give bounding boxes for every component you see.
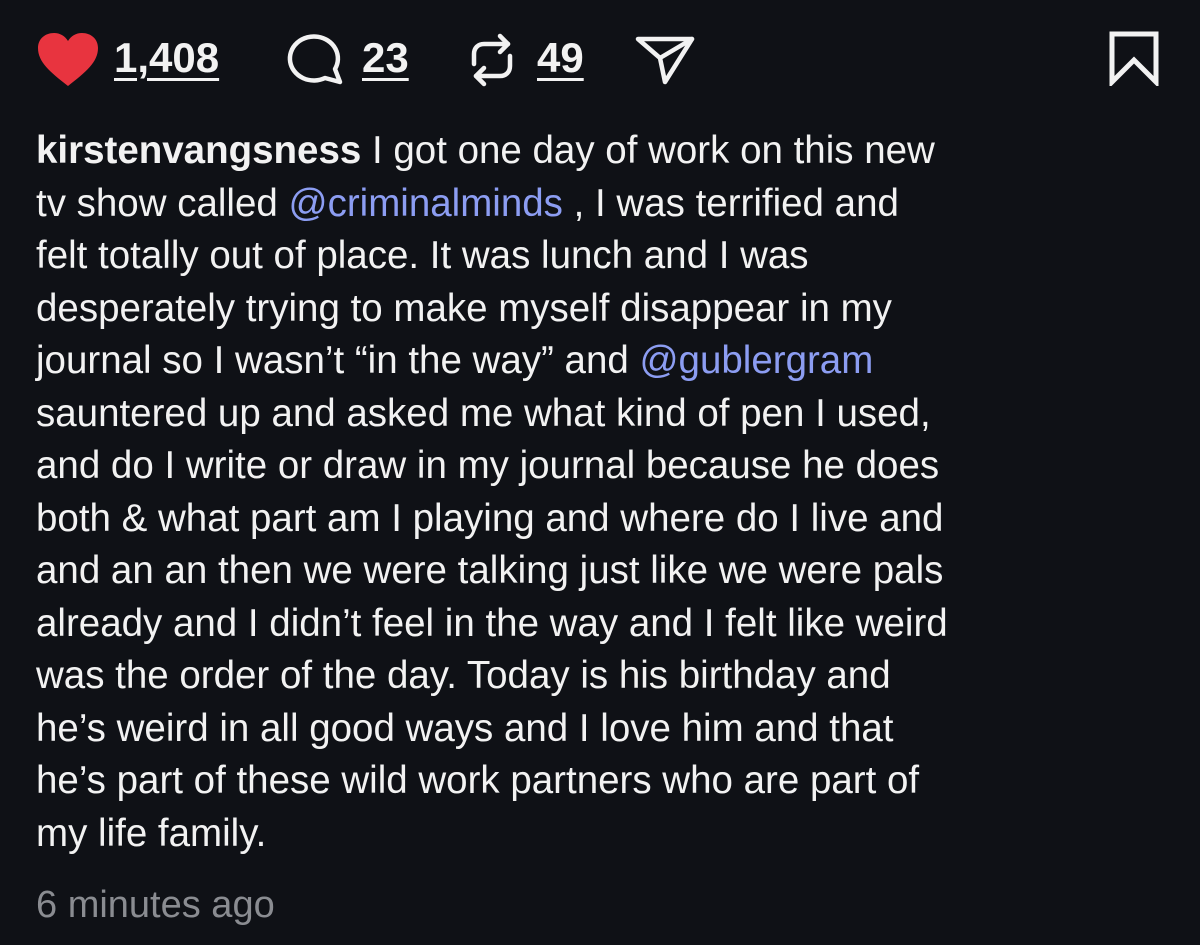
caption-line: tv show called @criminalminds , I was te… bbox=[36, 178, 1176, 231]
caption-line: kirstenvangsness I got one day of work o… bbox=[36, 125, 1176, 178]
caption-line: he’s part of these wild work partners wh… bbox=[36, 759, 920, 802]
caption-line: and do I write or draw in my journal bec… bbox=[36, 444, 940, 487]
bookmark-icon[interactable] bbox=[1108, 30, 1160, 86]
comment-icon[interactable] bbox=[285, 32, 347, 88]
caption-line: both & what part am I playing and where … bbox=[36, 496, 944, 540]
mention-link-gublergram[interactable]: @gublergram bbox=[639, 339, 873, 382]
username-link[interactable]: kirstenvangsness bbox=[36, 129, 361, 172]
comment-count[interactable]: 23 bbox=[362, 34, 409, 82]
post-timestamp: 6 minutes ago bbox=[36, 884, 275, 926]
caption-line: sauntered up and asked me what kind of p… bbox=[36, 391, 931, 435]
caption-text: , I was terrified and bbox=[562, 181, 899, 225]
caption-line: felt totally out of place. It was lunch … bbox=[36, 234, 809, 277]
mention-link-criminalminds[interactable]: @criminalminds bbox=[289, 182, 563, 225]
like-count[interactable]: 1,408 bbox=[114, 34, 219, 82]
caption-line: already and I didn’t feel in the way and… bbox=[36, 601, 948, 645]
caption-line: was the order of the day. Today is his b… bbox=[36, 654, 891, 697]
caption-text: I got one day of work on this new bbox=[361, 129, 935, 172]
caption-line: desperately trying to make myself disapp… bbox=[36, 286, 892, 330]
repost-icon[interactable] bbox=[462, 30, 522, 90]
caption-text: journal so I wasn’t “in the way” and bbox=[36, 339, 640, 382]
caption-line: journal so I wasn’t “in the way” and @gu… bbox=[36, 335, 1176, 388]
heart-icon[interactable] bbox=[36, 32, 100, 88]
post-caption: kirstenvangsness I got one day of work o… bbox=[36, 125, 1176, 860]
caption-line: he’s weird in all good ways and I love h… bbox=[36, 706, 894, 750]
share-icon[interactable] bbox=[634, 34, 696, 86]
caption-line: and an an then we were talking just like… bbox=[36, 549, 944, 592]
repost-count[interactable]: 49 bbox=[537, 34, 584, 82]
post-action-bar: 1,408 23 49 bbox=[0, 0, 1200, 118]
caption-text: tv show called bbox=[36, 181, 289, 225]
caption-line: my life family. bbox=[36, 811, 267, 855]
